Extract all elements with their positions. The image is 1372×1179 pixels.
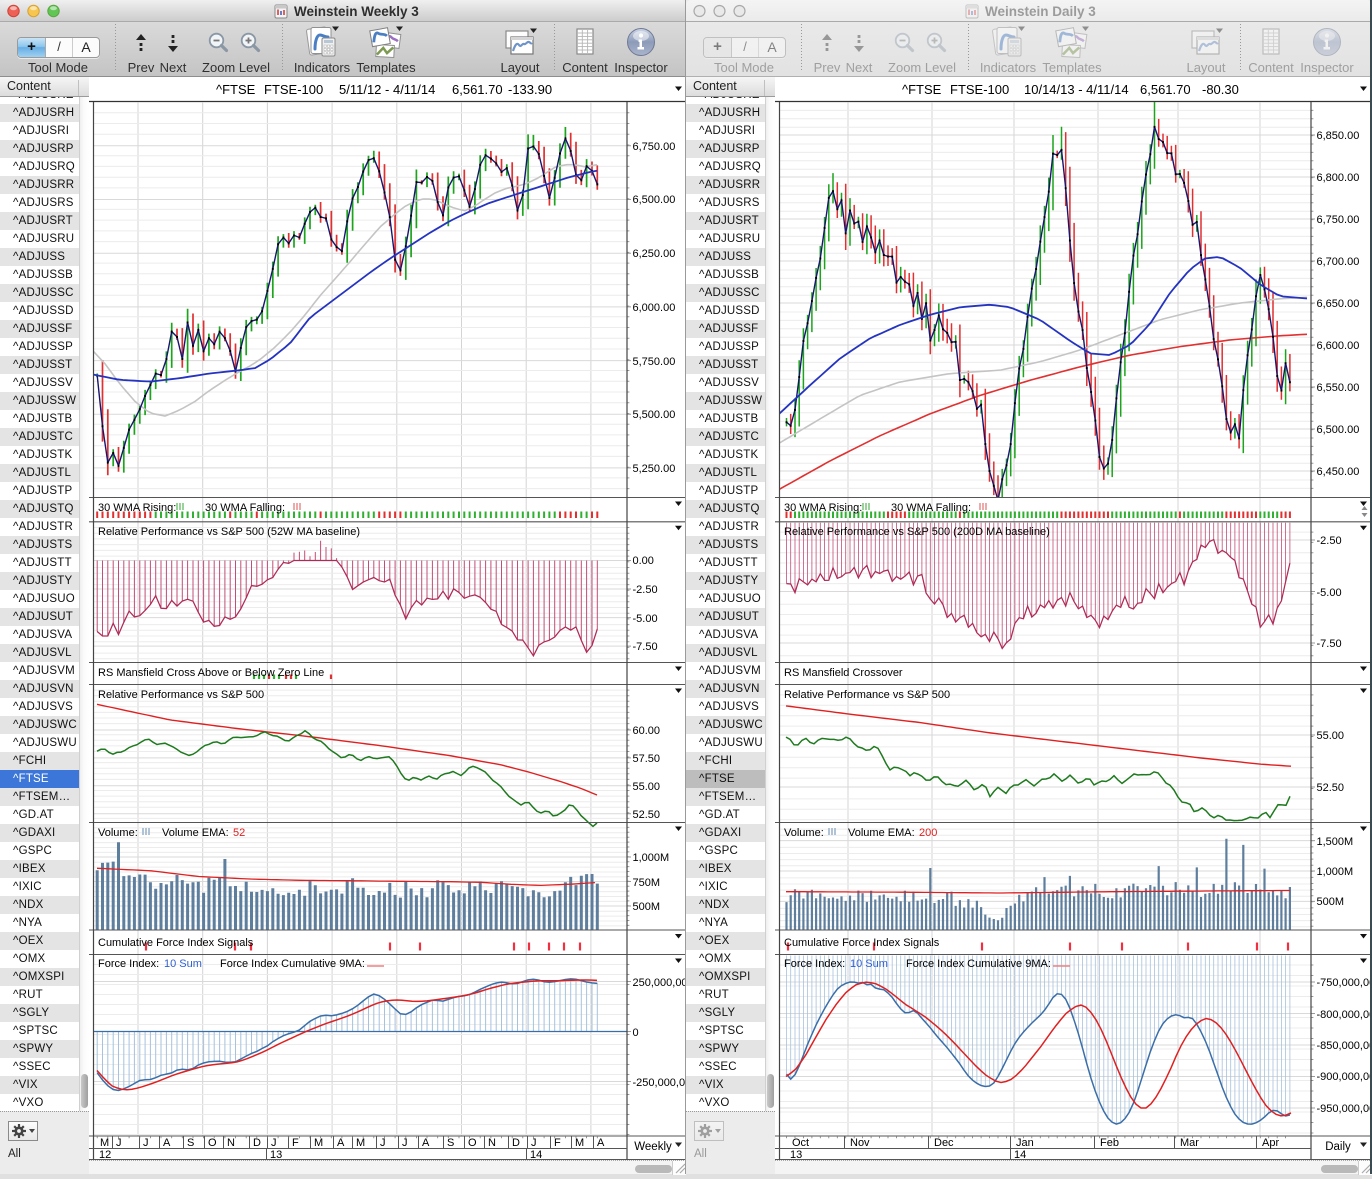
svg-text:^FTSEFTSE-10010/14/13 - 4/11/1: ^FTSEFTSE-10010/14/13 - 4/11/146,561.70-… <box>902 82 1239 97</box>
svg-text:Cumulative Force Index Signals: Cumulative Force Index Signals <box>784 937 940 949</box>
svg-text:Daily: Daily <box>1325 1141 1351 1153</box>
svg-text:Force Index:10 SumForce Index: Force Index:10 SumForce Index Cumulative… <box>784 958 1051 970</box>
svg-text:RS Mansfield Crossover: RS Mansfield Crossover <box>784 667 903 679</box>
svg-text:Volume:Volume EMA:200: Volume:Volume EMA:200 <box>784 827 937 839</box>
svg-text:Relative Performance vs S&P 50: Relative Performance vs S&P 500 <box>784 689 950 701</box>
svg-text:Relative Performance vs S&P 50: Relative Performance vs S&P 500 (200D MA… <box>784 526 1050 538</box>
